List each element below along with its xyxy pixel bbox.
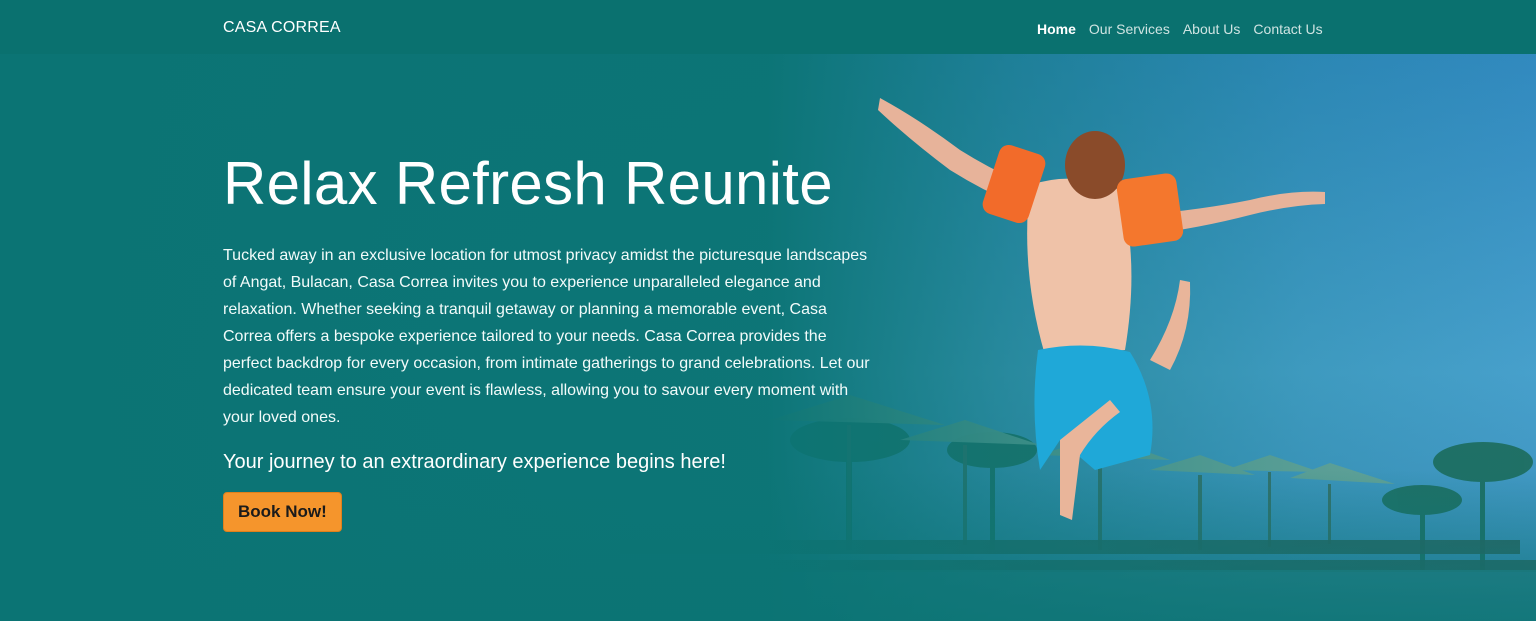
nav-item-home[interactable]: Home [1037,20,1076,38]
nav-item-about-us[interactable]: About Us [1183,20,1241,38]
nav-item-contact-us[interactable]: Contact Us [1253,20,1322,38]
brand-logo-link[interactable]: CASA CORREA [223,19,341,37]
hero-description: Tucked away in an exclusive location for… [223,247,870,426]
landing-page: CASA CORREA Home Our Services About Us C… [0,0,1536,621]
main-nav: Home Our Services About Us Contact Us [1037,20,1336,38]
nav-item-our-services[interactable]: Our Services [1089,20,1170,38]
hero-section: Relax Refresh Reunite Tucked away in an … [223,148,873,532]
hero-title: Relax Refresh Reunite [223,150,833,217]
navbar: CASA CORREA Home Our Services About Us C… [0,0,1536,54]
hero-tagline: Your journey to an extraordinary experie… [223,451,726,473]
book-now-button[interactable]: Book Now! [223,492,342,532]
